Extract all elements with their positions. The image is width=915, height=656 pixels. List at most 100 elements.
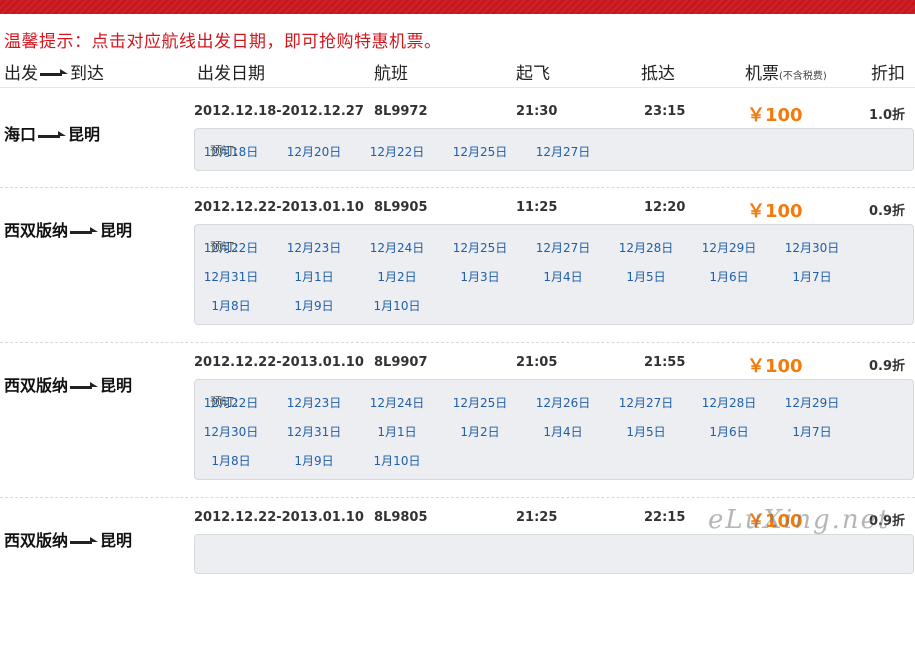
arrow-right-icon	[70, 226, 99, 237]
route-to: 昆明	[68, 125, 101, 144]
arrive-time: 12:20	[644, 200, 686, 215]
column-price-label: 机票	[745, 64, 779, 84]
date-link[interactable]: 1月8日	[196, 452, 266, 469]
date-link[interactable]: 12月23日	[279, 394, 349, 411]
column-route-to: 到达	[70, 64, 104, 84]
date-link[interactable]: 1月6日	[694, 423, 764, 440]
route: 西双版纳 昆明	[4, 217, 132, 241]
depart-time: 21:05	[516, 355, 558, 370]
date-link[interactable]: 1月2日	[445, 423, 515, 440]
date-link[interactable]: 12月27日	[528, 143, 598, 160]
row-divider	[0, 342, 915, 343]
date-link[interactable]: 1月5日	[611, 268, 681, 285]
route: 西双版纳 昆明	[4, 527, 132, 551]
notice-text: 温馨提示：点击对应航线出发日期，即可抢购特惠机票。	[4, 32, 442, 52]
depart-time: 11:25	[516, 200, 558, 215]
column-flight-no: 航班	[374, 64, 408, 84]
route: 海口 昆明	[4, 121, 100, 145]
date-link[interactable]: 1月4日	[528, 423, 598, 440]
arrow-right-icon	[70, 381, 99, 392]
price-value: 100	[765, 105, 803, 126]
price: ￥100	[747, 197, 803, 223]
discount: 0.9折	[868, 359, 905, 374]
date-link[interactable]: 12月22日	[362, 143, 432, 160]
route-from: 西双版纳	[4, 376, 69, 395]
route-from: 西双版纳	[4, 221, 69, 240]
route-to: 昆明	[100, 376, 133, 395]
travel-period: 2012.12.22-2013.01.10	[194, 355, 364, 370]
date-link[interactable]: 12月30日	[777, 239, 847, 256]
arrive-time: 22:15	[644, 510, 686, 525]
date-link[interactable]: 12月25日	[445, 239, 515, 256]
column-route: 出发 到达	[4, 59, 104, 84]
date-link[interactable]: 12月31日	[279, 423, 349, 440]
travel-period: 2012.12.22-2013.01.10	[194, 200, 364, 215]
flight-row: 西双版纳 昆明 2012.12.22-2013.01.10 8L9905 11:25 12…	[0, 196, 915, 346]
column-depart: 起飞	[516, 64, 550, 84]
date-link[interactable]: 12月30日	[196, 423, 266, 440]
arrow-right-icon	[70, 536, 99, 547]
date-link[interactable]: 1月10日	[362, 452, 432, 469]
row-divider	[0, 187, 915, 188]
currency-symbol: ￥	[747, 356, 765, 377]
date-link[interactable]: 12月25日	[445, 394, 515, 411]
date-link[interactable]: 12月24日	[362, 239, 432, 256]
date-link[interactable]: 12月23日	[279, 239, 349, 256]
date-link[interactable]: 12月28日	[694, 394, 764, 411]
date-link[interactable]: 1月2日	[362, 268, 432, 285]
discount: 0.9折	[868, 204, 905, 219]
price: ￥100	[747, 101, 803, 127]
flight-number: 8L9907	[374, 355, 428, 370]
flight-row: 西双版纳 昆明 2012.12.22-2013.01.10 8L9907 21:05 21…	[0, 351, 915, 501]
date-link[interactable]: 1月10日	[362, 297, 432, 314]
depart-time: 21:30	[516, 104, 558, 119]
date-link[interactable]: 1月3日	[445, 268, 515, 285]
date-link[interactable]: 1月7日	[777, 268, 847, 285]
row-divider	[0, 497, 915, 498]
date-link[interactable]: 12月29日	[777, 394, 847, 411]
currency-symbol: ￥	[747, 105, 765, 126]
date-link[interactable]: 12月24日	[362, 394, 432, 411]
date-link[interactable]: 12月27日	[528, 239, 598, 256]
route: 西双版纳 昆明	[4, 372, 132, 396]
currency-symbol: ￥	[747, 201, 765, 222]
price-value: 100	[765, 356, 803, 377]
date-link[interactable]: 12月31日	[196, 268, 266, 285]
date-link[interactable]: 12月25日	[445, 143, 515, 160]
date-link[interactable]: 1月1日	[279, 268, 349, 285]
booking-dates-panel	[194, 534, 914, 574]
column-arrive: 抵达	[641, 64, 675, 84]
flight-number: 8L9905	[374, 200, 428, 215]
column-route-from: 出发	[4, 64, 38, 84]
date-link[interactable]: 12月22日	[196, 394, 266, 411]
date-link[interactable]: 1月9日	[279, 452, 349, 469]
travel-period: 2012.12.18-2012.12.27	[194, 104, 364, 119]
date-link[interactable]: 1月1日	[362, 423, 432, 440]
date-link[interactable]: 1月6日	[694, 268, 764, 285]
flight-number: 8L9805	[374, 510, 428, 525]
date-link[interactable]: 1月9日	[279, 297, 349, 314]
flight-number: 8L9972	[374, 104, 428, 119]
date-link[interactable]: 1月8日	[196, 297, 266, 314]
depart-time: 21:25	[516, 510, 558, 525]
date-link[interactable]: 12月29日	[694, 239, 764, 256]
date-link[interactable]: 12月27日	[611, 394, 681, 411]
date-link[interactable]: 1月4日	[528, 268, 598, 285]
date-link[interactable]: 12月26日	[528, 394, 598, 411]
date-link[interactable]: 12月20日	[279, 143, 349, 160]
booking-dates-panel: 预订: 12月22日 12月23日 12月24日 12月25日 12月27日 12月28日 1…	[194, 224, 914, 325]
arrow-right-icon	[38, 130, 67, 141]
date-link[interactable]: 1月7日	[777, 423, 847, 440]
column-price-note: (不含税费)	[779, 71, 827, 82]
travel-period: 2012.12.22-2013.01.10	[194, 510, 364, 525]
booking-dates-panel: 预订: 12月22日 12月23日 12月24日 12月25日 12月26日 12月27日 1…	[194, 379, 914, 480]
date-link[interactable]: 12月28日	[611, 239, 681, 256]
header-divider	[0, 87, 915, 88]
date-link[interactable]: 12月22日	[196, 239, 266, 256]
arrive-time: 21:55	[644, 355, 686, 370]
route-to: 昆明	[100, 221, 133, 240]
date-link[interactable]: 12月18日	[196, 143, 266, 160]
date-link[interactable]: 1月5日	[611, 423, 681, 440]
price-value: 100	[765, 201, 803, 222]
arrow-right-icon	[40, 69, 68, 79]
